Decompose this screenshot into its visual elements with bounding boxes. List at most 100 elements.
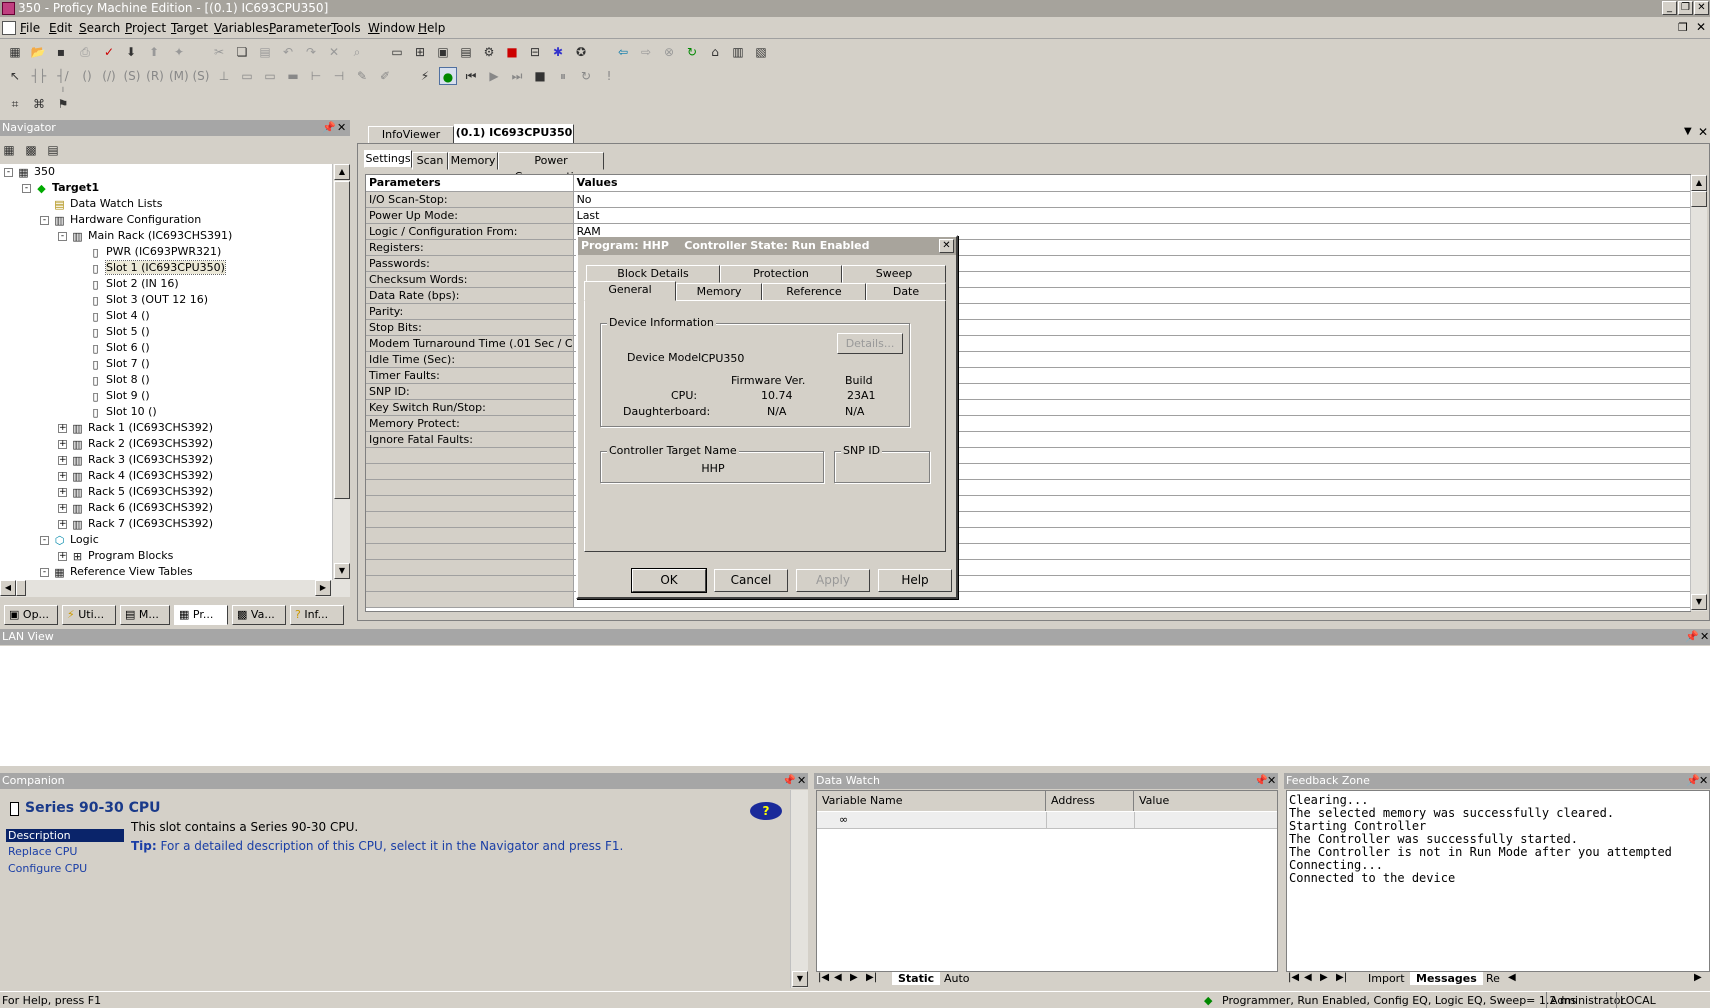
tree-item[interactable]: ▯ PWR (IC693PWR321) [76, 244, 221, 260]
print-icon[interactable]: ⎙ [76, 43, 94, 61]
menu-variables[interactable]: Variables [214, 21, 269, 35]
menu-project[interactable]: Project [125, 21, 166, 35]
refresh-icon[interactable]: ↻ [683, 43, 701, 61]
select-arrow-icon[interactable]: ↖ [6, 67, 24, 85]
block2-icon[interactable]: ▭ [261, 67, 279, 85]
menu-window[interactable]: Window [368, 21, 415, 35]
fb-scroll-right-icon[interactable]: ▶ [1694, 972, 1702, 983]
table-row[interactable]: Modem Turnaround Time (.01 Sec / C0 [366, 335, 1690, 352]
fb-last-icon[interactable]: ▶| [1336, 972, 1347, 983]
inspector-icon[interactable]: ▣ [434, 43, 452, 61]
expand-icon[interactable]: + [58, 471, 67, 481]
tree-item[interactable]: ▤ Data Watch Lists [40, 196, 162, 212]
cycle-icon[interactable]: ↻ [577, 67, 595, 85]
datawatch-close-icon[interactable]: ✕ [1267, 773, 1276, 789]
undo-icon[interactable]: ↶ [279, 43, 297, 61]
tree-item[interactable]: - ▥ Main Rack (IC693CHS391) [58, 228, 232, 244]
param-value[interactable]: No [573, 191, 1690, 208]
col-address[interactable]: Address [1046, 791, 1134, 811]
table-row[interactable]: Memory Protect:Disa [366, 415, 1690, 432]
tree-item[interactable]: + ⊞ Program Blocks [58, 548, 173, 564]
menu-search[interactable]: Search [79, 21, 120, 35]
view-detail-icon[interactable]: ▤ [44, 141, 62, 159]
scroll-down-icon[interactable]: ▼ [334, 563, 350, 579]
navigator-hscroll[interactable]: ◀ ▶ [0, 580, 350, 597]
navigator-icon[interactable]: ⊞ [411, 43, 429, 61]
tab-static[interactable]: Static [892, 972, 941, 985]
tab-general[interactable]: General [584, 281, 676, 301]
stop-nav-icon[interactable]: ⊗ [660, 43, 678, 61]
subtab-scan[interactable]: Scan [412, 152, 448, 170]
paste-icon[interactable]: ▤ [256, 43, 274, 61]
back-icon[interactable]: ⇦ [614, 43, 632, 61]
redo-icon[interactable]: ↷ [302, 43, 320, 61]
table-row[interactable] [366, 495, 1690, 512]
star-icon[interactable]: ✱ [549, 43, 567, 61]
companion-close-icon[interactable]: ✕ [797, 773, 806, 789]
lanview-close-icon[interactable]: ✕ [1700, 629, 1709, 645]
col-variable-name[interactable]: Variable Name [817, 791, 1046, 811]
hscroll-thumb[interactable] [16, 580, 26, 596]
menu-file[interactable]: File [20, 21, 40, 35]
tree-item[interactable]: + ▥ Rack 7 (IC693CHS392) [58, 516, 213, 532]
table-row[interactable] [366, 575, 1690, 592]
rewind-icon[interactable]: ⏮ [462, 67, 480, 85]
table-row[interactable]: Stop Bits:1 [366, 319, 1690, 336]
validate-icon[interactable]: ✓ [100, 43, 118, 61]
tree-item[interactable]: ▯ Slot 4 () [76, 308, 149, 324]
coil-reset-icon[interactable]: (R) [146, 67, 164, 85]
mdi-restore-icon[interactable]: ❐ [1678, 21, 1688, 34]
view-tree-icon[interactable]: ▩ [22, 141, 40, 159]
coil-neg-icon[interactable]: (/) [100, 67, 118, 85]
expand-icon[interactable]: + [58, 503, 67, 513]
tree-item[interactable]: - ⬡ Logic [40, 532, 99, 548]
tree-item[interactable]: ▯ Slot 2 (IN 16) [76, 276, 178, 292]
table-row[interactable]: Idle Time (Sec):10 [366, 351, 1690, 368]
tab-messages[interactable]: Messages [1410, 972, 1483, 985]
table-row[interactable] [366, 511, 1690, 528]
prev-icon[interactable]: ◀ [834, 972, 842, 983]
expand-icon[interactable]: + [58, 423, 67, 433]
wire-icon[interactable]: ⊣ [330, 67, 348, 85]
download-icon[interactable]: ⬇ [122, 43, 140, 61]
expand-icon[interactable]: + [58, 551, 67, 561]
edit-icon[interactable]: ✐ [376, 67, 394, 85]
table-row[interactable]: SNP ID: [366, 383, 1690, 400]
help-bubble-icon[interactable]: ? [750, 802, 782, 820]
tree-item[interactable]: ▯ Slot 8 () [76, 372, 149, 388]
tree-item[interactable]: + ▥ Rack 2 (IC693CHS392) [58, 436, 213, 452]
delete-icon[interactable]: ✕ [325, 43, 343, 61]
close-button[interactable]: ✕ [1694, 1, 1709, 15]
expand-icon[interactable]: + [58, 455, 67, 465]
stop-icon[interactable]: ■ [503, 43, 521, 61]
grid-scroll-down-icon[interactable]: ▼ [1691, 594, 1707, 610]
restore-button[interactable]: ❐ [1678, 1, 1693, 15]
table-row[interactable] [366, 543, 1690, 560]
tab-import[interactable]: Import [1362, 972, 1411, 985]
tree-item[interactable]: - ▦ 350 [4, 164, 55, 180]
tab-utilities[interactable]: ⚡ Uti... [62, 605, 116, 625]
subtab-settings[interactable]: Settings [364, 150, 412, 168]
tab-infoview[interactable]: ? Inf... [290, 605, 344, 625]
tree-item[interactable]: ▯ Slot 3 (OUT 12 16) [76, 292, 208, 308]
companion-pin-icon[interactable]: 📌 [782, 773, 796, 789]
tools-icon[interactable]: ✪ [572, 43, 590, 61]
block-icon[interactable]: ▭ [238, 67, 256, 85]
tab-options[interactable]: ▣ Op... [4, 605, 58, 625]
ok-button[interactable]: OK [631, 568, 707, 593]
collapse-icon[interactable]: - [58, 231, 67, 241]
last-icon[interactable]: ▶| [866, 972, 877, 983]
collapse-icon[interactable]: - [4, 167, 13, 177]
table-row[interactable]: Parity:Odd [366, 303, 1690, 320]
close-icon[interactable]: ✕ [337, 120, 346, 136]
tree-item[interactable]: - ◆ Target1 [22, 180, 99, 196]
contact-nc-icon[interactable]: ┤/├ [54, 67, 72, 101]
tab-manager[interactable]: ▤ M... [120, 605, 170, 625]
timer-icon[interactable]: ⊥ [215, 67, 233, 85]
contact-no-icon[interactable]: ┤├ [30, 67, 48, 85]
table-row[interactable] [366, 447, 1690, 464]
expand-icon[interactable]: + [58, 487, 67, 497]
tree-item[interactable]: + ▥ Rack 6 (IC693CHS392) [58, 500, 213, 516]
tab-dlg-memory[interactable]: Memory [676, 283, 762, 301]
coil-set-icon[interactable]: (S) [123, 67, 141, 85]
